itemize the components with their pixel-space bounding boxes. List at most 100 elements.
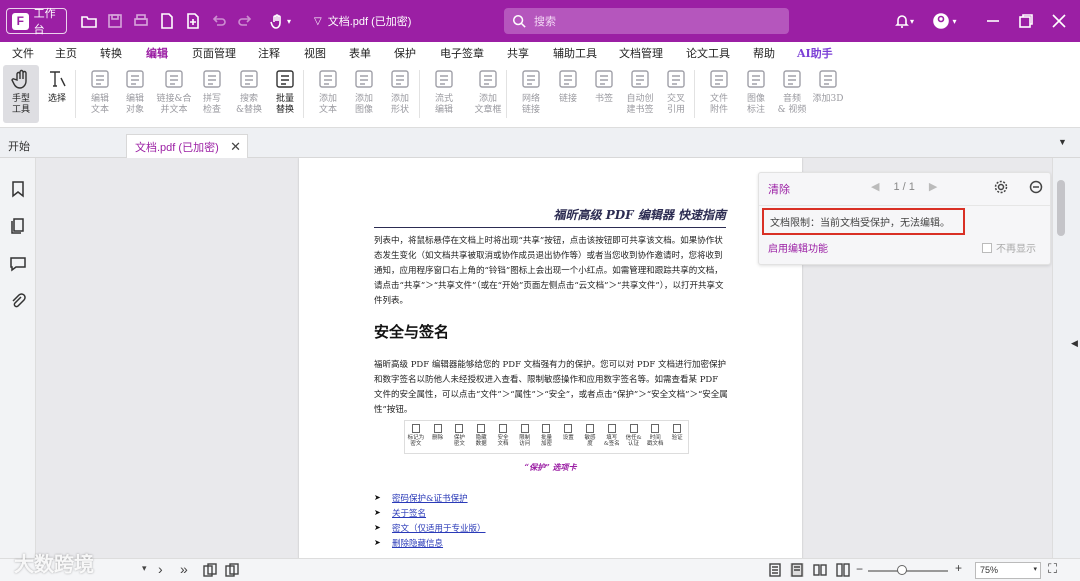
close-tab-icon[interactable]: ✕ — [230, 139, 241, 155]
menu-item-0[interactable]: 文件 — [12, 45, 34, 61]
prev-notice-icon[interactable]: ◀ — [871, 180, 879, 193]
tab-document[interactable]: 文档.pdf (已加密) ✕ — [126, 134, 248, 158]
close-window-icon[interactable] — [1050, 12, 1068, 30]
scroll-thumb[interactable] — [1057, 180, 1065, 236]
bullet-arrow-icon: ➤ — [374, 523, 381, 532]
menu-item-5[interactable]: 注释 — [258, 45, 280, 61]
zoom-out-icon[interactable]: − — [856, 562, 863, 576]
zoom-slider-thumb[interactable] — [897, 565, 907, 575]
redo-icon[interactable] — [236, 12, 254, 30]
doc-link[interactable]: 关于签名 — [392, 507, 426, 519]
tab-start[interactable]: 开始 — [0, 134, 124, 158]
two-page-continuous-icon[interactable] — [836, 563, 850, 577]
cross-ref-icon — [665, 68, 687, 90]
bookmark-panel-icon[interactable] — [9, 180, 27, 198]
tool-label: 交叉 引用 — [666, 94, 685, 115]
tool-select-text[interactable]: 选择 — [39, 65, 75, 123]
restore-icon[interactable] — [1017, 12, 1035, 30]
save-icon[interactable] — [106, 12, 124, 30]
tool-link-merge[interactable]: 链接&合 并文本 — [156, 65, 192, 123]
edit-object-icon — [124, 68, 146, 90]
enable-editing-link[interactable]: 启用编辑功能 — [768, 240, 828, 255]
tool-cross-ref[interactable]: 交叉 引用 — [658, 65, 694, 123]
next-notice-icon[interactable]: ▶ — [929, 180, 937, 193]
tool-file-attach[interactable]: 文件 附件 — [701, 65, 737, 123]
zoom-select[interactable]: 75% ▾ — [975, 562, 1041, 579]
menu-item-4[interactable]: 页面管理 — [192, 45, 236, 61]
expand-right-panel-icon[interactable]: ◀ — [1071, 338, 1078, 349]
bell-icon[interactable]: ▾ — [890, 12, 918, 30]
workspace-button[interactable]: F 工作台 — [6, 8, 67, 36]
menu-item-13[interactable]: 论文工具 — [686, 45, 730, 61]
right-scrollbar[interactable]: ◀ — [1052, 158, 1080, 558]
zoom-in-icon[interactable]: + — [955, 561, 962, 575]
comments-panel-icon[interactable] — [9, 254, 27, 272]
print-icon[interactable] — [132, 12, 150, 30]
doc-link[interactable]: 密码保护&证书保护 — [392, 492, 468, 504]
pages-panel-icon[interactable] — [9, 216, 27, 234]
undo-icon[interactable] — [210, 12, 228, 30]
new-doc-icon[interactable] — [158, 12, 176, 30]
protect-item: 保护 密文 — [449, 424, 471, 447]
document-title: ▽ 文档.pdf (已加密) — [314, 13, 411, 29]
tool-flow-edit[interactable]: 流式 编辑 — [426, 65, 462, 123]
link-icon — [557, 68, 579, 90]
last-page-icon[interactable]: » — [180, 561, 188, 577]
tool-add-3d[interactable]: 添加3D — [810, 65, 846, 123]
tool-add-shape[interactable]: 添加 形状 — [382, 65, 418, 123]
paste-page-icon[interactable] — [225, 563, 239, 577]
menu-item-15[interactable]: AI助手 — [797, 45, 833, 61]
menu-item-7[interactable]: 表单 — [349, 45, 371, 61]
dont-show-again[interactable]: 不再显示 — [982, 240, 1036, 255]
copy-page-icon[interactable] — [203, 563, 217, 577]
menu-item-14[interactable]: 帮助 — [753, 45, 775, 61]
tool-edit-object[interactable]: 编辑 对象 — [117, 65, 153, 123]
batch-replace-icon — [274, 68, 296, 90]
protect-item-label: 设置 — [562, 435, 574, 441]
menu-item-10[interactable]: 共享 — [507, 45, 529, 61]
zoom-slider-track[interactable] — [868, 570, 948, 572]
edit-text-icon — [89, 68, 111, 90]
image-annotate-icon — [745, 68, 767, 90]
clear-button[interactable]: 清除 — [768, 181, 790, 197]
open-folder-icon[interactable] — [80, 12, 98, 30]
minimize-icon[interactable] — [984, 12, 1002, 30]
tool-spell-check[interactable]: 拼写 检查 — [194, 65, 230, 123]
menu-item-12[interactable]: 文档管理 — [619, 45, 663, 61]
tool-web-link[interactable]: 网络 链接 — [513, 65, 549, 123]
two-page-view-icon[interactable] — [813, 563, 827, 577]
settings-gear-icon[interactable] — [994, 180, 1010, 196]
protect-item-icon — [477, 424, 486, 433]
zoom-value: 75% — [980, 565, 999, 575]
menu-item-11[interactable]: 辅助工具 — [553, 45, 597, 61]
protect-item-label: 信任& 认证 — [625, 435, 642, 447]
protect-item-icon — [520, 424, 529, 433]
continuous-view-icon[interactable] — [790, 563, 804, 577]
next-page-icon[interactable]: › — [158, 561, 163, 577]
web-link-icon — [520, 68, 542, 90]
chevron-down-icon[interactable]: ▽ — [314, 16, 322, 27]
search-box[interactable]: 搜索 — [504, 8, 789, 34]
hand-tool-dropdown-icon[interactable]: ▾ — [264, 12, 296, 30]
menu-item-8[interactable]: 保护 — [394, 45, 416, 61]
tool-label: 添加 文章框 — [474, 94, 502, 115]
add-file-icon[interactable] — [184, 12, 202, 30]
doc-link[interactable]: 删除隐藏信息 — [392, 537, 443, 549]
menu-item-9[interactable]: 电子签章 — [440, 45, 484, 61]
single-page-view-icon[interactable] — [768, 563, 782, 577]
collapse-icon[interactable] — [1029, 180, 1045, 196]
doc-link[interactable]: 密文（仅适用于专业版） — [392, 522, 486, 534]
fullscreen-icon[interactable]: ⛶ — [1048, 561, 1057, 577]
menu-item-6[interactable]: 视图 — [304, 45, 326, 61]
tool-article-box[interactable]: 添加 文章框 — [470, 65, 506, 123]
list-item: ➤ 密文（仅适用于专业版） — [374, 520, 486, 535]
dont-show-checkbox[interactable] — [982, 242, 992, 253]
page-dropdown-icon[interactable]: ▾ — [142, 563, 147, 574]
menu-item-1[interactable]: 主页 — [55, 45, 77, 61]
menu-item-2[interactable]: 转换 — [100, 45, 122, 61]
account-icon[interactable]: ▾ — [930, 12, 960, 30]
attachments-panel-icon[interactable] — [9, 292, 27, 310]
tab-list-dropdown-icon[interactable]: ▼ — [1058, 137, 1067, 147]
tool-batch-replace[interactable]: 批量 替换 — [267, 65, 303, 123]
figure-caption: “保护” 选项卡 — [524, 462, 577, 472]
